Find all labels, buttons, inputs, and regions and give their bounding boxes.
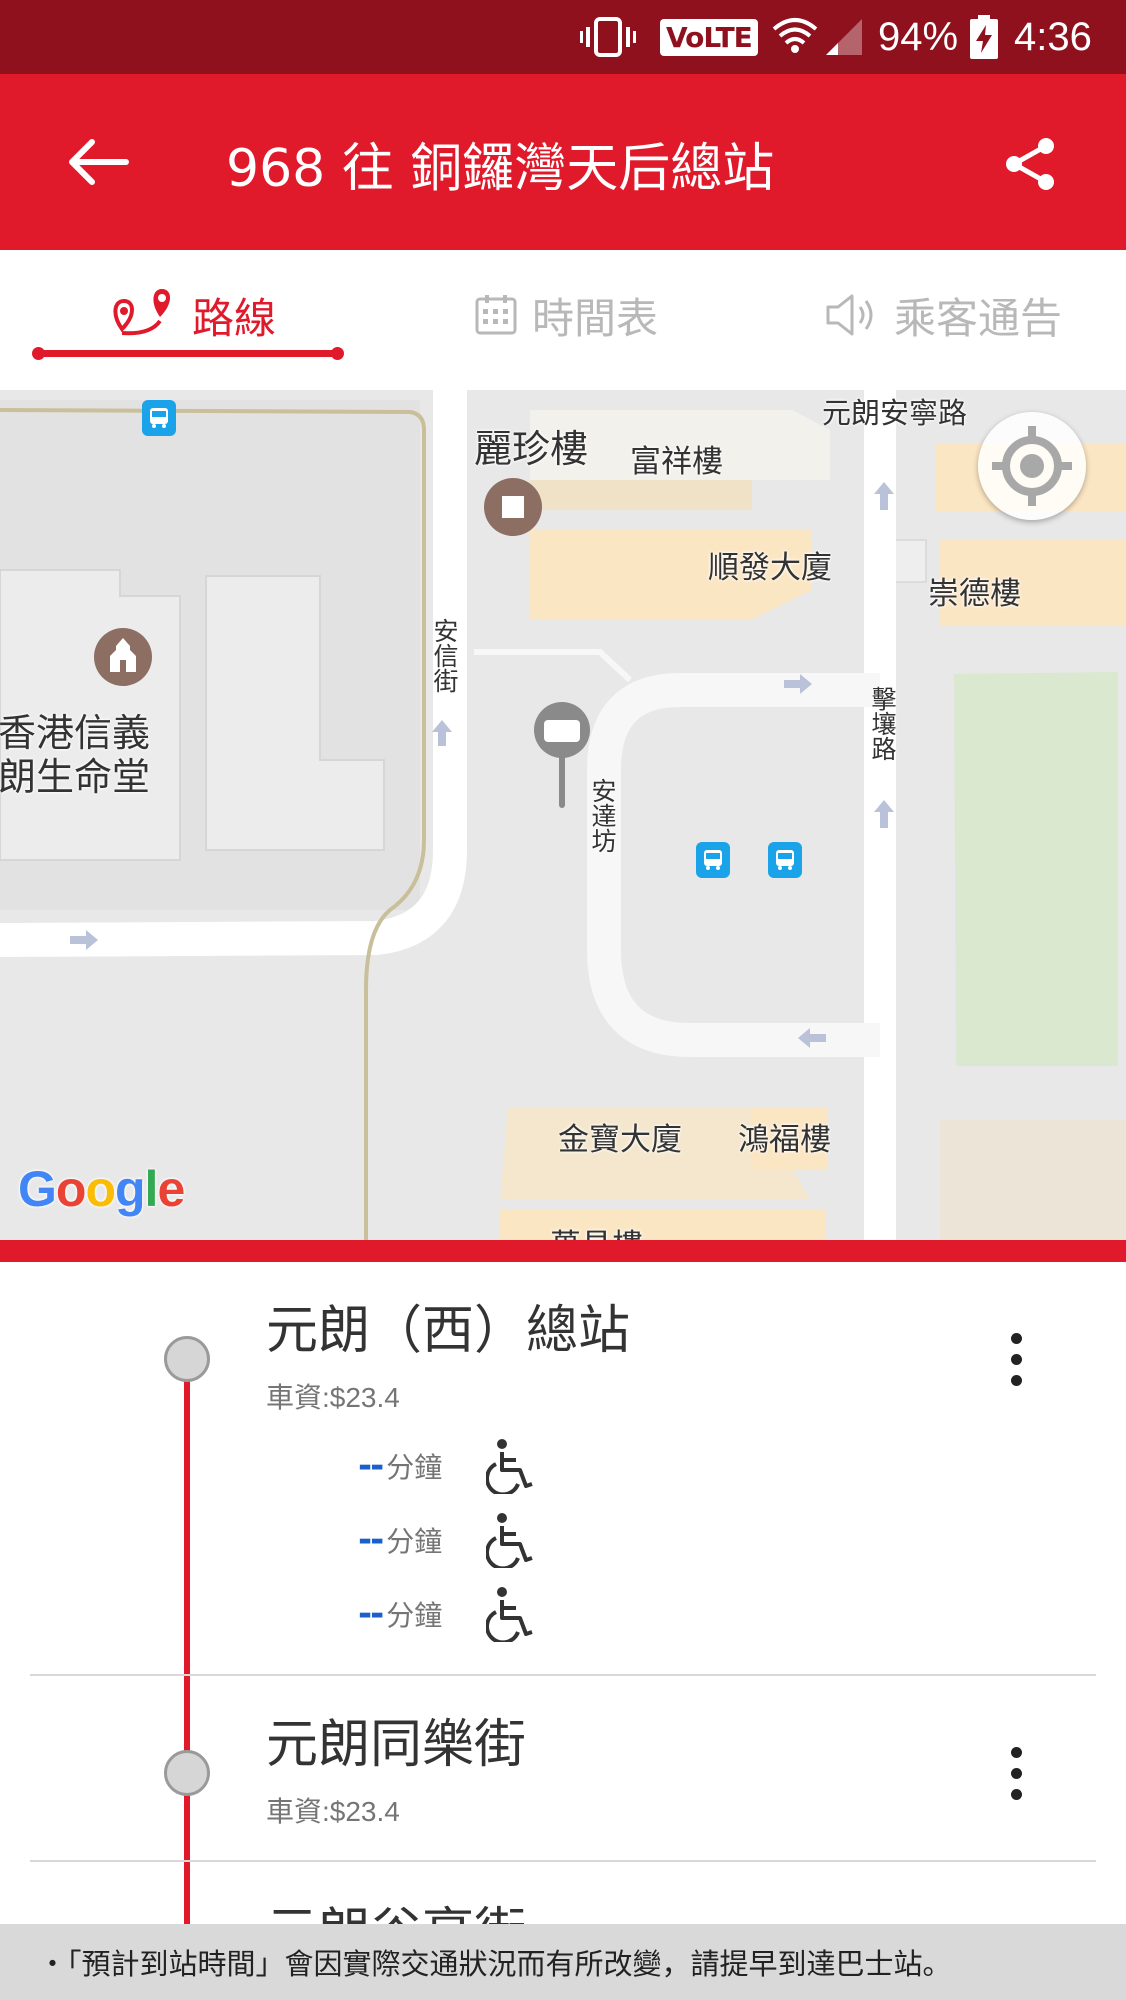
eta-value: -- [358, 1446, 384, 1486]
tab-active-indicator [32, 347, 344, 360]
map-label-building: 鴻福樓 [738, 1122, 831, 1158]
list-item[interactable]: 元朗同樂街 車資:$23.4 [0, 1676, 1126, 1860]
speaker-icon [826, 294, 873, 336]
signal-icon [824, 0, 864, 74]
bus-stop-marker-1[interactable] [142, 400, 176, 436]
wifi-icon [772, 0, 818, 74]
status-bar: VoLTE 94% 4:36 [0, 0, 1126, 74]
list-item[interactable]: 元朗谷亭街 [0, 1862, 1126, 1924]
tab-timetable-label: 時間表 [532, 293, 659, 343]
google-logo-letter: G [18, 1161, 57, 1217]
google-logo-letter: o [55, 1161, 87, 1217]
google-logo-letter: g [115, 1161, 146, 1217]
clock: 4:36 [1014, 14, 1092, 59]
google-logo-letter: o [85, 1161, 116, 1217]
map-label-road: 元朗安寧路 [822, 396, 968, 430]
map-base [0, 390, 1126, 1240]
map-label-street: 安達坊 [588, 778, 617, 853]
eta-unit: 分鐘 [386, 1599, 443, 1632]
bus-icon [704, 850, 722, 870]
battery-percent: 94% [878, 14, 959, 59]
back-button[interactable] [50, 118, 146, 206]
eta-value: -- [358, 1520, 384, 1560]
eta-row: -- 分鐘 [358, 1510, 533, 1570]
map-label-building: 萬昌樓 [550, 1220, 643, 1240]
stop-dot [164, 1750, 210, 1796]
bus-icon [150, 408, 168, 428]
stop-fare: 車資:$23.4 [266, 1796, 400, 1827]
dot-icon [1010, 1332, 1022, 1344]
list-item[interactable]: 元朗（西）總站 車資:$23.4 -- 分鐘 -- 分鐘 -- 分鐘 [0, 1262, 1126, 1674]
stop-name: 元朗同樂街 [266, 1715, 527, 1775]
google-logo-text: Google [18, 1161, 185, 1217]
church-icon [94, 628, 152, 686]
bus-stop-pin[interactable] [532, 700, 592, 814]
wheelchair-icon [486, 1587, 533, 1642]
calendar-icon [475, 295, 517, 335]
map-label-building: 富祥樓 [630, 444, 723, 480]
more-options-button[interactable] [990, 1314, 1042, 1404]
map-bottom-rule [0, 1240, 1126, 1262]
share-button[interactable] [990, 124, 1070, 204]
tab-bar: 路線 時間表 乘客通告 [0, 250, 1126, 390]
tab-route[interactable]: 路線 [110, 280, 276, 350]
google-logo-letter: e [157, 1161, 185, 1217]
my-location-button[interactable] [978, 412, 1086, 520]
map-label-building: 崇德樓 [928, 576, 1021, 612]
volte-badge: VoLTE [660, 18, 758, 56]
shop-poi-marker[interactable] [482, 476, 544, 542]
map-label-building: 順發大廈 [708, 550, 832, 586]
stop-dot [164, 1336, 210, 1382]
eta-unit: 分鐘 [386, 1525, 443, 1558]
eta-row: -- 分鐘 [358, 1584, 533, 1644]
dot-icon [1010, 1746, 1022, 1758]
tab-timetable[interactable]: 時間表 [474, 280, 658, 350]
map-label-church: 朗生命堂 [0, 755, 151, 799]
google-logo-letter: l [144, 1161, 159, 1217]
bus-stop-pin-icon [534, 702, 590, 808]
wheelchair-icon [486, 1439, 533, 1494]
route-pin-icon [113, 289, 170, 336]
stop-list: 元朗（西）總站 車資:$23.4 -- 分鐘 -- 分鐘 -- 分鐘 元朗同樂街… [0, 1262, 1126, 1924]
route-map[interactable]: 元朗安寧路 麗珍樓 富祥樓 順發大廈 崇德樓 香港信義 朗生命堂 安信街 安達坊… [0, 390, 1126, 1240]
dot-icon [1010, 1353, 1022, 1365]
bus-icon [776, 850, 794, 870]
wheelchair-icon [486, 1513, 533, 1568]
eta-unit: 分鐘 [386, 1451, 443, 1484]
stop-fare: 車資:$23.4 [266, 1382, 400, 1413]
tab-notice-label: 乘客通告 [894, 293, 1063, 343]
my-location-icon [992, 426, 1072, 506]
vibrate-icon [578, 0, 638, 74]
stop-name: 元朗（西）總站 [266, 1301, 631, 1361]
bus-stop-marker-2[interactable] [696, 842, 730, 878]
eta-row: -- 分鐘 [358, 1436, 533, 1496]
dot-icon [1010, 1788, 1022, 1800]
page-title: 968 往 銅鑼灣天后總站 [226, 139, 775, 199]
church-poi-marker[interactable] [92, 626, 154, 692]
tab-notice[interactable]: 乘客通告 [824, 280, 1062, 350]
tab-route-label: 路線 [192, 293, 277, 343]
more-options-button[interactable] [990, 1728, 1042, 1818]
share-icon [1006, 138, 1054, 190]
stop-name: 元朗谷亭街 [266, 1890, 526, 1924]
map-label-street: 擊壤路 [868, 686, 897, 761]
arrow-left-icon [69, 139, 129, 185]
battery-charging-icon [968, 0, 1000, 74]
eta-value: -- [358, 1594, 384, 1634]
dot-icon [1010, 1767, 1022, 1779]
map-label-building: 金寶大廈 [558, 1122, 682, 1158]
bus-stop-marker-3[interactable] [768, 842, 802, 878]
dot-icon [1010, 1374, 1022, 1386]
shop-icon [484, 478, 542, 536]
map-label-street: 安信街 [430, 618, 459, 693]
app-bar: 968 往 銅鑼灣天后總站 [0, 74, 1126, 250]
google-attribution: Google [18, 1160, 185, 1218]
eta-disclaimer: ・「預計到站時間」會因實際交通狀況而有所改變，請提早到達巴士站。 [0, 1924, 1126, 2000]
map-label-building: 麗珍樓 [474, 427, 589, 471]
